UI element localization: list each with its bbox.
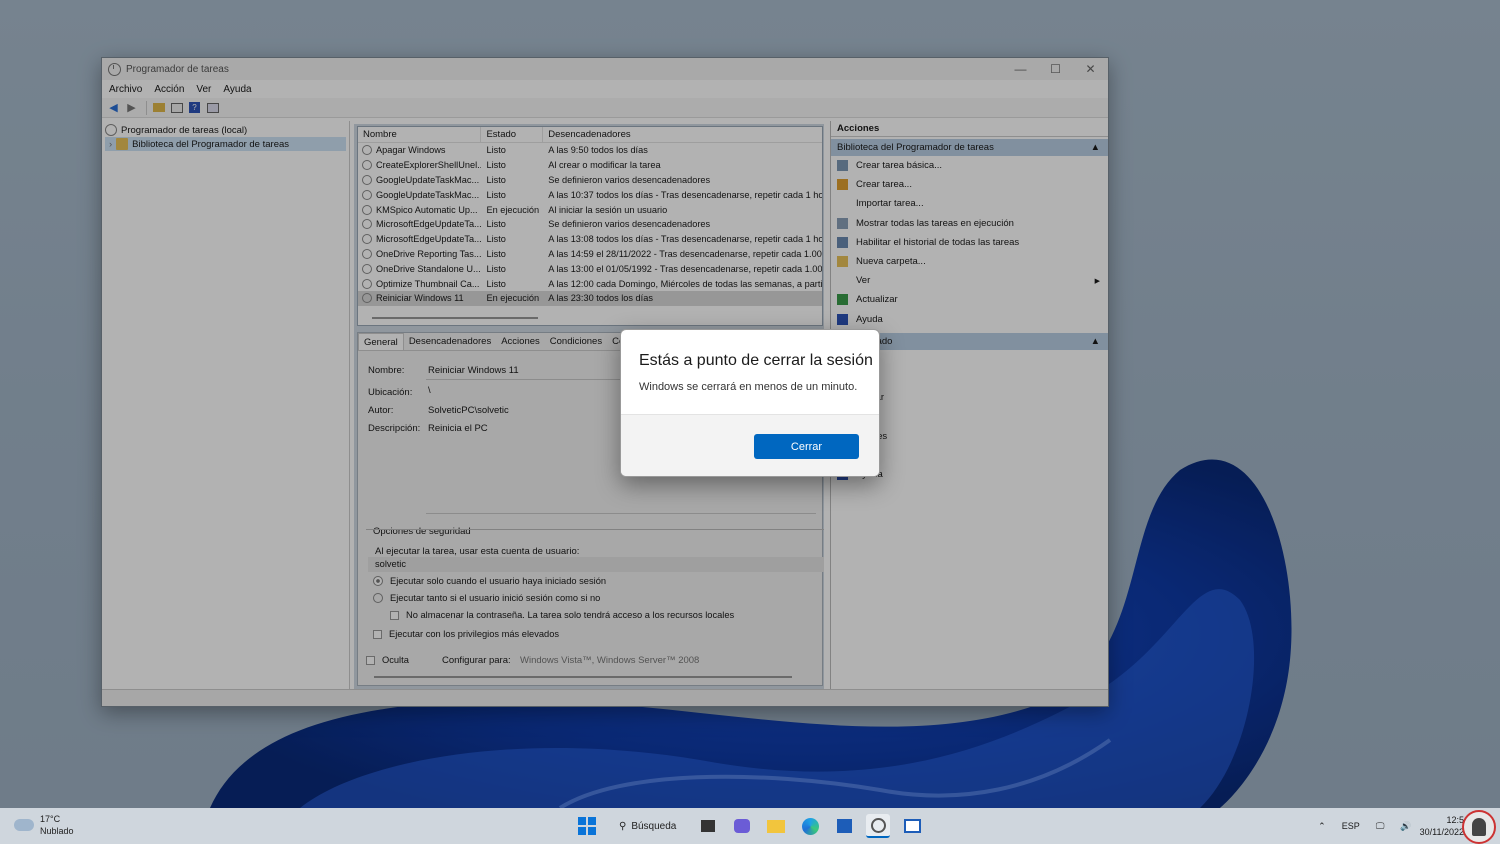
network-icon[interactable]: 🖵	[1376, 821, 1385, 832]
start-icon[interactable]	[575, 814, 599, 838]
clock-time: 12:5	[1446, 815, 1464, 825]
system-tray: ⌃ ESP 🖵 🔊 12:5 30/11/2022	[1310, 808, 1500, 844]
app-icon[interactable]	[900, 814, 924, 838]
weather-widget[interactable]: 17°C Nublado	[14, 813, 74, 837]
chevron-up-icon[interactable]: ⌃	[1318, 821, 1326, 832]
dialog-message: Windows se cerrará en menos de un minuto…	[639, 381, 858, 393]
taskbar-apps: ⚲ Búsqueda	[570, 812, 929, 840]
chat-icon[interactable]	[730, 814, 754, 838]
store-icon[interactable]	[832, 814, 856, 838]
task-scheduler-icon[interactable]	[866, 814, 891, 838]
language-indicator[interactable]: ESP	[1342, 821, 1360, 831]
edge-icon[interactable]	[798, 814, 822, 838]
volume-icon[interactable]: 🔊	[1400, 821, 1411, 832]
close-dialog-button[interactable]: Cerrar	[754, 434, 859, 459]
desktop: Programador de tareas — ☐ ✕ Archivo Acci…	[0, 0, 1500, 808]
clock-date: 30/11/2022	[1419, 827, 1464, 837]
clock[interactable]: 12:5 30/11/2022	[1420, 814, 1464, 838]
file-explorer-icon[interactable]	[764, 814, 788, 838]
search-button[interactable]: ⚲ Búsqueda	[609, 814, 686, 838]
search-icon: ⚲	[619, 820, 627, 832]
task-view-icon[interactable]	[696, 814, 720, 838]
dialog-footer: Cerrar	[621, 414, 879, 476]
weather-temp: 17°C	[40, 814, 61, 824]
dialog-title: Estás a punto de cerrar la sesión	[639, 352, 873, 369]
weather-desc: Nublado	[40, 826, 74, 836]
signout-dialog: Estás a punto de cerrar la sesión Window…	[620, 329, 880, 477]
taskbar: 17°C Nublado ⚲ Búsqueda ⌃ ESP 🖵 🔊 12:5 3…	[0, 808, 1500, 844]
cloud-icon	[14, 819, 34, 831]
search-label: Búsqueda	[631, 820, 677, 832]
watermark-logo-icon	[1462, 810, 1496, 844]
